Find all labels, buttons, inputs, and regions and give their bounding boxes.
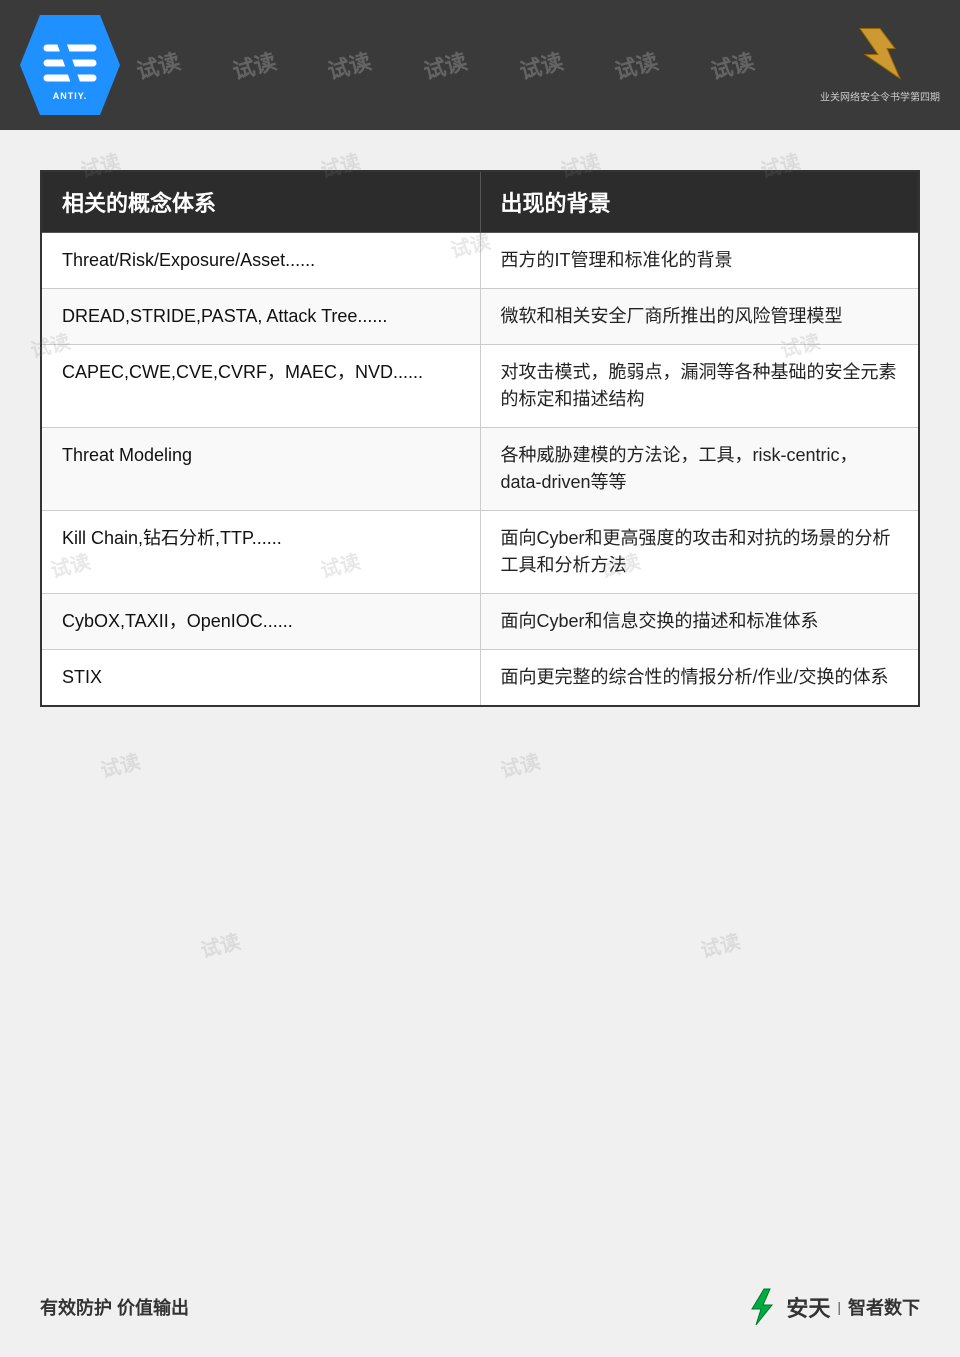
main-content: 试读 试读 试读 试读 试读 试读 试读 试读 试读 试读 试读 试读 试读 试… bbox=[0, 130, 960, 737]
right-cell-6: 面向更完整的综合性的情报分析/作业/交换的体系 bbox=[480, 650, 919, 707]
content-wm-10: 试读 bbox=[97, 745, 143, 783]
wm-4: 试读 bbox=[420, 44, 471, 86]
table-row: STIX面向更完整的综合性的情报分析/作业/交换的体系 bbox=[41, 650, 919, 707]
footer: 有效防护 价值输出 安天 | 智者数下 bbox=[0, 1287, 960, 1327]
right-cell-0: 西方的IT管理和标准化的背景 bbox=[480, 233, 919, 289]
table-row: CybOX,TAXII，OpenIOC......面向Cyber和信息交换的描述… bbox=[41, 594, 919, 650]
logo-text: ANTIY. bbox=[53, 91, 88, 101]
wm-3: 试读 bbox=[324, 44, 375, 86]
left-cell-1: DREAD,STRIDE,PASTA, Attack Tree...... bbox=[41, 289, 480, 345]
header-watermarks: 试读 试读 试读 试读 试读 试读 试读 bbox=[110, 0, 780, 130]
top-right-logo: 业关网络安全令书学第四期 bbox=[820, 27, 940, 104]
table-row: CAPEC,CWE,CVE,CVRF，MAEC，NVD......对攻击模式，脆… bbox=[41, 345, 919, 428]
right-cell-4: 面向Cyber和更高强度的攻击和对抗的场景的分析工具和分析方法 bbox=[480, 511, 919, 594]
left-cell-3: Threat Modeling bbox=[41, 428, 480, 511]
col2-header: 出现的背景 bbox=[480, 171, 919, 233]
right-cell-2: 对攻击模式，脆弱点，漏洞等各种基础的安全元素的标定和描述结构 bbox=[480, 345, 919, 428]
footer-left-text: 有效防护 价值输出 bbox=[40, 1294, 189, 1320]
footer-logo: 安天 | 智者数下 bbox=[742, 1287, 920, 1327]
content-wm-12: 试读 bbox=[197, 925, 243, 963]
left-cell-5: CybOX,TAXII，OpenIOC...... bbox=[41, 594, 480, 650]
header: ANTIY. 试读 试读 试读 试读 试读 试读 试读 业关网络安全令书学第四期 bbox=[0, 0, 960, 130]
left-cell-4: Kill Chain,钻石分析,TTP...... bbox=[41, 511, 480, 594]
left-cell-6: STIX bbox=[41, 650, 480, 707]
wm-6: 试读 bbox=[611, 44, 662, 86]
right-cell-1: 微软和相关安全厂商所推出的风险管理模型 bbox=[480, 289, 919, 345]
wm-7: 试读 bbox=[707, 44, 758, 86]
table-row: Threat Modeling各种威胁建模的方法论，工具，risk-centri… bbox=[41, 428, 919, 511]
table-row: Kill Chain,钻石分析,TTP......面向Cyber和更高强度的攻击… bbox=[41, 511, 919, 594]
table-row: Threat/Risk/Exposure/Asset......西方的IT管理和… bbox=[41, 233, 919, 289]
wm-2: 试读 bbox=[228, 44, 279, 86]
footer-right: 安天 | 智者数下 bbox=[742, 1287, 920, 1327]
left-cell-0: Threat/Risk/Exposure/Asset...... bbox=[41, 233, 480, 289]
content-wm-13: 试读 bbox=[697, 925, 743, 963]
concept-table: 相关的概念体系 出现的背景 Threat/Risk/Exposure/Asset… bbox=[40, 170, 920, 707]
table-row: DREAD,STRIDE,PASTA, Attack Tree......微软和… bbox=[41, 289, 919, 345]
logo: ANTIY. bbox=[20, 15, 120, 115]
left-cell-2: CAPEC,CWE,CVE,CVRF，MAEC，NVD...... bbox=[41, 345, 480, 428]
right-cell-3: 各种威胁建模的方法论，工具，risk-centric，data-driven等等 bbox=[480, 428, 919, 511]
wm-1: 试读 bbox=[132, 44, 183, 86]
lightning-icon bbox=[742, 1287, 782, 1327]
content-wm-11: 试读 bbox=[497, 745, 543, 783]
right-cell-5: 面向Cyber和信息交换的描述和标准体系 bbox=[480, 594, 919, 650]
col1-header: 相关的概念体系 bbox=[41, 171, 480, 233]
wm-5: 试读 bbox=[515, 44, 566, 86]
brand-subtitle: 业关网络安全令书学第四期 bbox=[820, 89, 940, 104]
